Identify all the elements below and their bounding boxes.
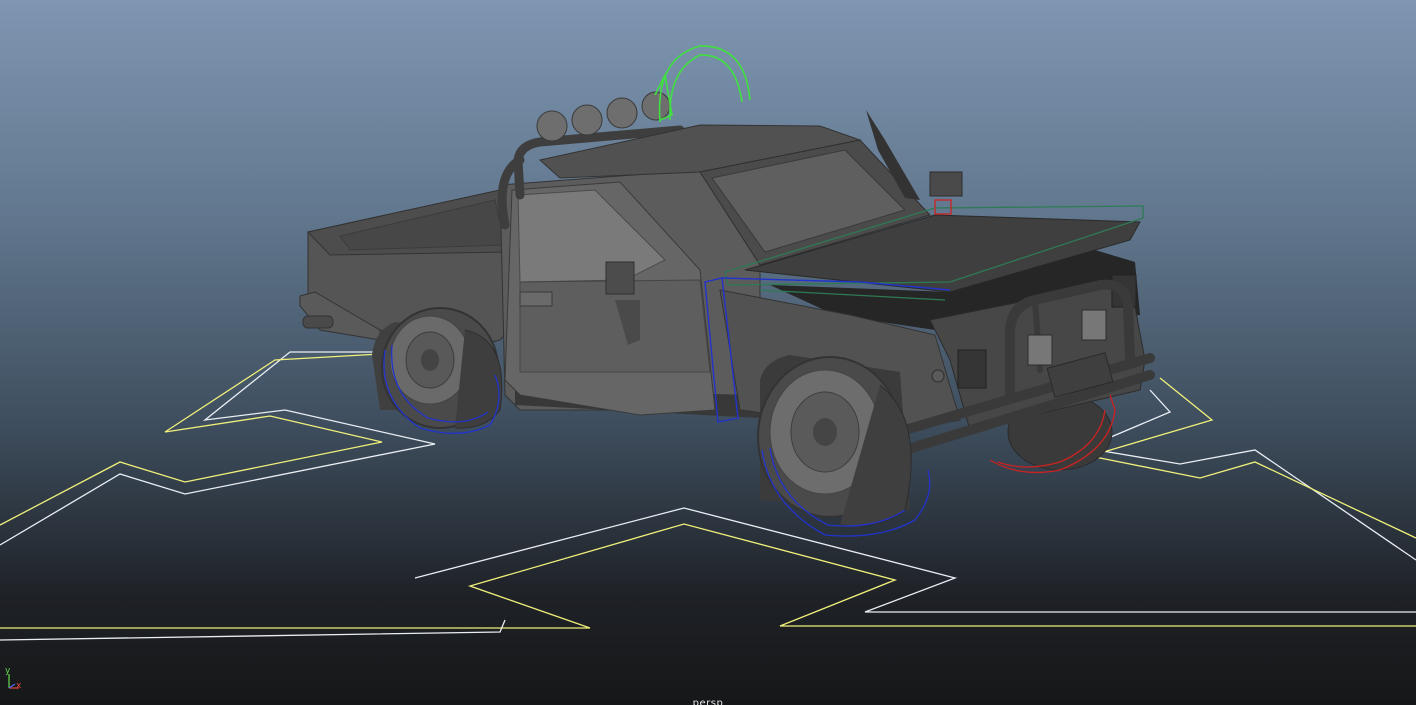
camera-name-label: persp <box>692 698 724 705</box>
headlight-left <box>957 349 987 389</box>
maya-perspective-viewport[interactable]: y x persp <box>0 0 1416 705</box>
side-mirror <box>929 171 963 197</box>
fog-light-right <box>1081 309 1107 341</box>
indicator-light <box>931 369 945 383</box>
y-axis-label: y <box>5 666 11 676</box>
exhaust-pipe <box>302 315 334 329</box>
x-axis-label: x <box>16 681 22 691</box>
rear-left-wheel <box>372 307 503 429</box>
steering-arc-control[interactable] <box>654 45 751 123</box>
axis-gizmo: y x <box>5 666 22 691</box>
fog-light-left <box>1027 334 1053 366</box>
front-left-wheel <box>757 355 912 527</box>
scene-canvas[interactable] <box>0 0 1416 705</box>
